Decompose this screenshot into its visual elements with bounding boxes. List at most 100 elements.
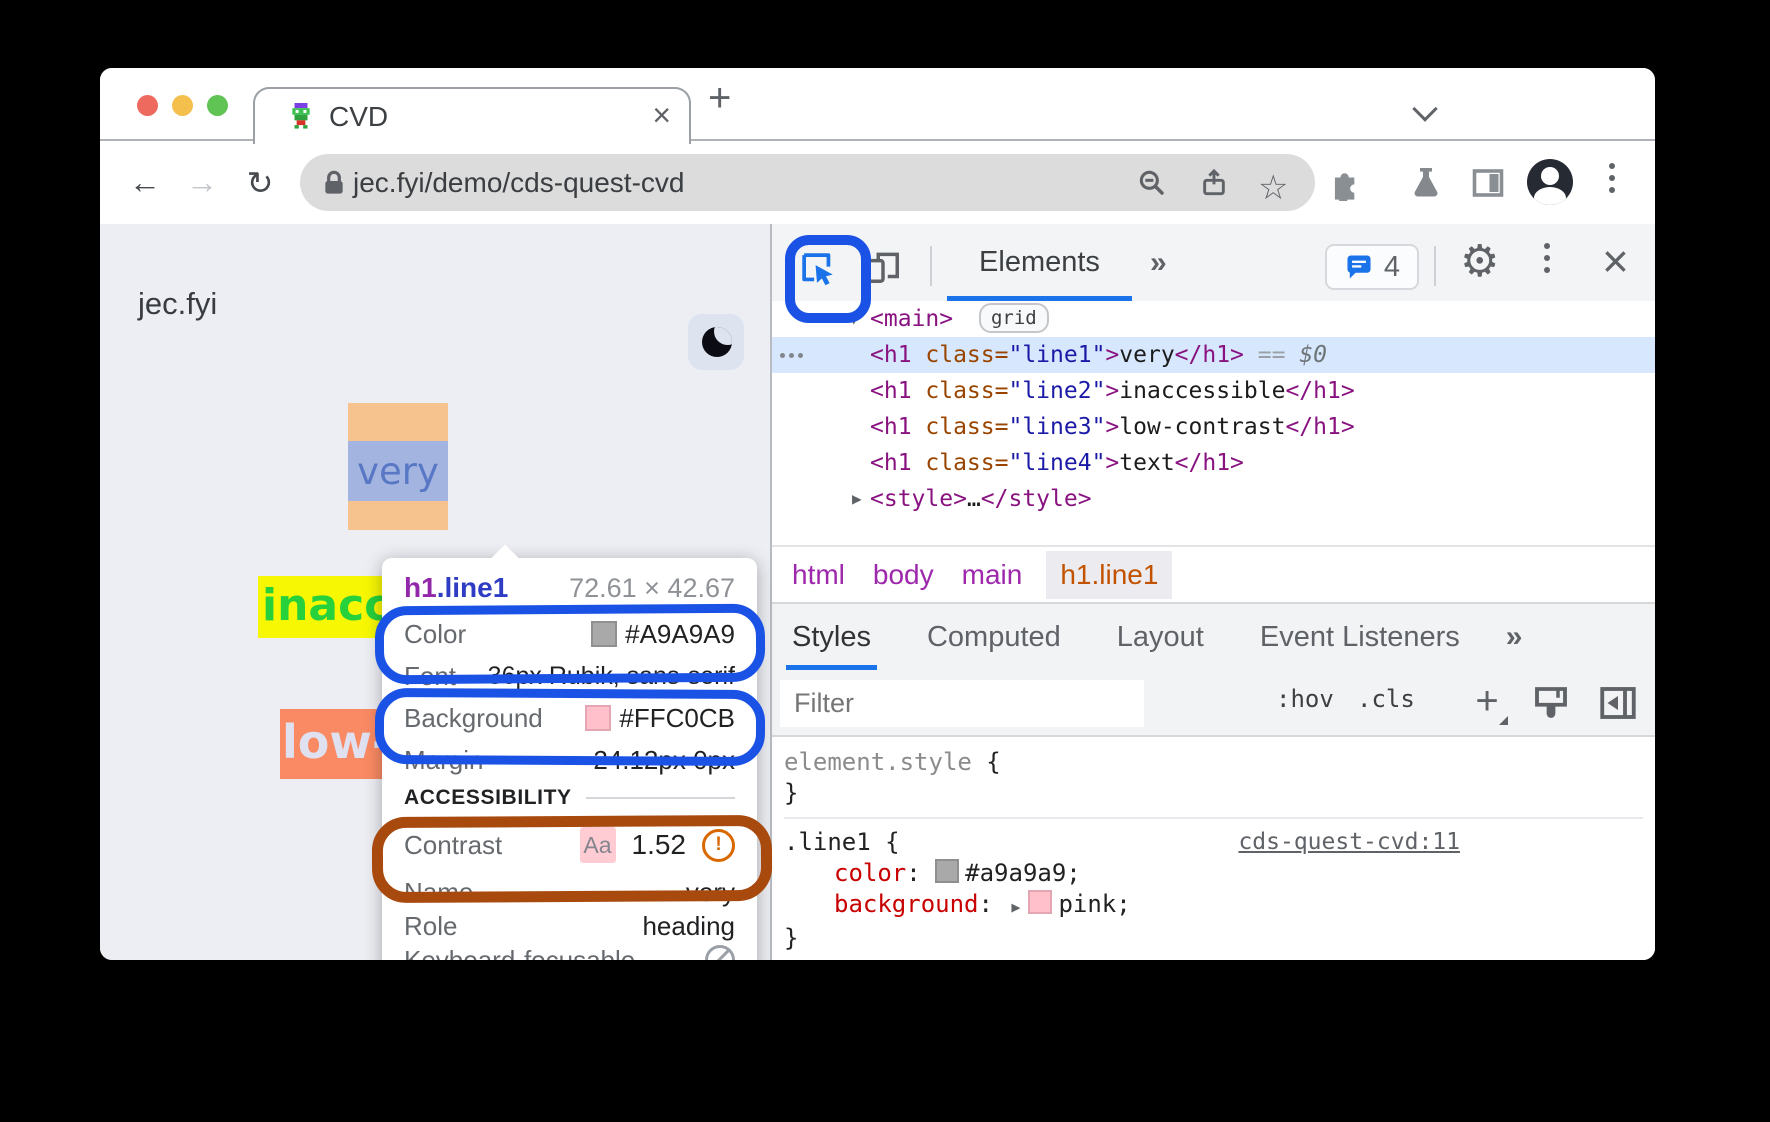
dom-code-line4: <h1 class="line4">text</h1> [870, 450, 1244, 476]
devtools-close-icon[interactable]: × [1602, 234, 1629, 288]
tab-computed[interactable]: Computed [921, 604, 1067, 670]
brush-icon[interactable] [1530, 682, 1572, 724]
row-menu-icon[interactable] [780, 353, 803, 358]
dom-code-line1: <h1 class="line1">very</h1> == $0 [870, 342, 1327, 368]
devtools-panel: Elements » 4 ⚙ × [770, 224, 1655, 960]
dom-row-main[interactable]: ▼ <main> grid [772, 301, 1655, 337]
extensions-puzzle-icon[interactable] [1328, 165, 1364, 201]
tooltip-header: h1.line1 72.61 × 42.67 [404, 572, 735, 604]
browser-tab[interactable]: CVD × [253, 87, 691, 144]
dom-code-main: <main> [870, 306, 953, 332]
property-name-color: color [834, 859, 906, 887]
traffic-light-minimize[interactable] [172, 95, 193, 116]
accessibility-section-header: ACCESSIBILITY [404, 786, 735, 810]
dom-row-line1-selected[interactable]: <h1 class="line1">very</h1> == $0 [772, 337, 1655, 373]
moon-icon [702, 327, 732, 357]
heading-very[interactable]: very [357, 450, 439, 493]
page-viewport: jec.fyi very inaccessible low-contrast [100, 224, 770, 960]
url-text[interactable]: jec.fyi/demo/cds-quest-cvd [353, 167, 684, 199]
background-label: Background [404, 703, 543, 734]
bookmark-star-icon[interactable]: ☆ [1258, 168, 1288, 208]
reload-icon[interactable]: ↻ [238, 141, 282, 224]
toggle-element-classes[interactable]: .cls [1357, 685, 1415, 713]
tooltip-caret [489, 544, 520, 575]
grid-badge[interactable]: grid [979, 303, 1049, 333]
issues-chat-icon [1344, 252, 1374, 282]
inspect-content-highlight: very [348, 441, 448, 501]
issues-counter[interactable]: 4 [1325, 244, 1419, 290]
profile-avatar[interactable] [1527, 159, 1573, 205]
tooltip-background-row: Background #FFC0CB [404, 702, 735, 734]
more-panels-icon[interactable]: » [1150, 246, 1167, 280]
device-toolbar-icon[interactable] [864, 248, 902, 286]
more-sidebar-tabs-icon[interactable]: » [1506, 620, 1523, 654]
dom-code-style: <style>…</style> [870, 486, 1092, 512]
devtools-menu-icon[interactable] [1544, 243, 1550, 273]
forward-icon[interactable]: → [180, 141, 224, 224]
inspect-element-icon[interactable] [797, 248, 837, 288]
tab-layout[interactable]: Layout [1111, 604, 1210, 670]
crumb-body[interactable]: body [873, 559, 934, 591]
line1-rule-close: } [784, 923, 1643, 954]
tab-elements[interactable]: Elements [947, 224, 1132, 301]
crumb-main[interactable]: main [962, 559, 1023, 591]
crumb-html[interactable]: html [792, 559, 845, 591]
share-icon[interactable] [1198, 167, 1230, 199]
collapse-triangle-icon[interactable]: ▼ [849, 301, 859, 337]
role-value: heading [642, 911, 735, 942]
inspect-tooltip: h1.line1 72.61 × 42.67 Color #A9A9A9 Fon… [382, 558, 757, 960]
tooltip-keyboard-row: Keyboard-focusable [404, 944, 735, 960]
tab-close-icon[interactable]: × [652, 97, 671, 134]
property-name-background: background [834, 890, 979, 918]
role-label: Role [404, 911, 457, 942]
traffic-light-close[interactable] [137, 95, 158, 116]
name-label: Name [404, 877, 473, 908]
new-style-rule-icon[interactable]: + [1464, 681, 1510, 725]
experiments-flask-icon[interactable] [1408, 165, 1444, 201]
line1-rule-head[interactable]: .line1 { cds-quest-cvd:11 [784, 827, 1643, 858]
inspect-margin-highlight: very [348, 403, 448, 530]
margin-value: 24.12px 0px [593, 745, 735, 776]
side-panel-icon[interactable] [1470, 165, 1506, 201]
color-label: Color [404, 619, 466, 650]
expand-triangle-icon[interactable]: ▶ [852, 481, 862, 517]
tab-event-listeners[interactable]: Event Listeners [1254, 604, 1466, 670]
toolbar-separator [930, 246, 932, 286]
new-tab-icon[interactable]: + [708, 76, 731, 121]
property-value-background: pink; [1058, 890, 1130, 918]
tab-styles[interactable]: Styles [786, 604, 877, 670]
dom-row-line2[interactable]: <h1 class="line2">inaccessible</h1> [772, 373, 1655, 409]
contrast-label: Contrast [404, 830, 502, 861]
toggle-hover-state[interactable]: :hov [1276, 685, 1334, 713]
tooltip-role-row: Role heading [404, 910, 735, 942]
property-background[interactable]: background: ▶pink; [784, 889, 1643, 923]
settings-gear-icon[interactable]: ⚙ [1460, 236, 1499, 287]
expand-value-icon[interactable]: ▶ [1011, 898, 1020, 916]
element-style-rule[interactable]: element.style { [784, 747, 1643, 778]
element-style-selector: element.style [784, 748, 972, 776]
dom-row-line3[interactable]: <h1 class="line3">low-contrast</h1> [772, 409, 1655, 445]
theme-toggle-button[interactable] [688, 314, 744, 370]
issues-count: 4 [1384, 251, 1400, 284]
stylesheet-link[interactable]: cds-quest-cvd:11 [1238, 827, 1460, 858]
back-icon[interactable]: ← [123, 141, 167, 224]
site-brand[interactable]: jec.fyi [138, 286, 217, 322]
dom-row-style[interactable]: ▶ <style>…</style> [772, 481, 1655, 517]
address-bar[interactable]: jec.fyi/demo/cds-quest-cvd ☆ [300, 154, 1315, 211]
browser-menu-icon[interactable] [1609, 163, 1615, 193]
toggle-sidebar-icon[interactable] [1597, 682, 1639, 724]
tooltip-name-row: Name very [404, 876, 735, 908]
tabstrip-chevron-icon[interactable] [1412, 96, 1437, 121]
background-value-swatch[interactable] [1028, 890, 1052, 914]
crumb-selected[interactable]: h1.line1 [1046, 551, 1172, 599]
name-value: very [686, 877, 735, 908]
color-swatch [591, 621, 617, 647]
zoom-out-icon[interactable] [1136, 167, 1168, 199]
dom-row-line4[interactable]: <h1 class="line4">text</h1> [772, 445, 1655, 481]
property-color[interactable]: color: #a9a9a9; [784, 858, 1643, 889]
tab-title: CVD [329, 101, 388, 133]
contrast-warning-icon: ! [702, 829, 735, 862]
color-value-swatch[interactable] [935, 859, 959, 883]
filter-input[interactable] [780, 680, 1144, 727]
traffic-light-zoom[interactable] [207, 95, 228, 116]
